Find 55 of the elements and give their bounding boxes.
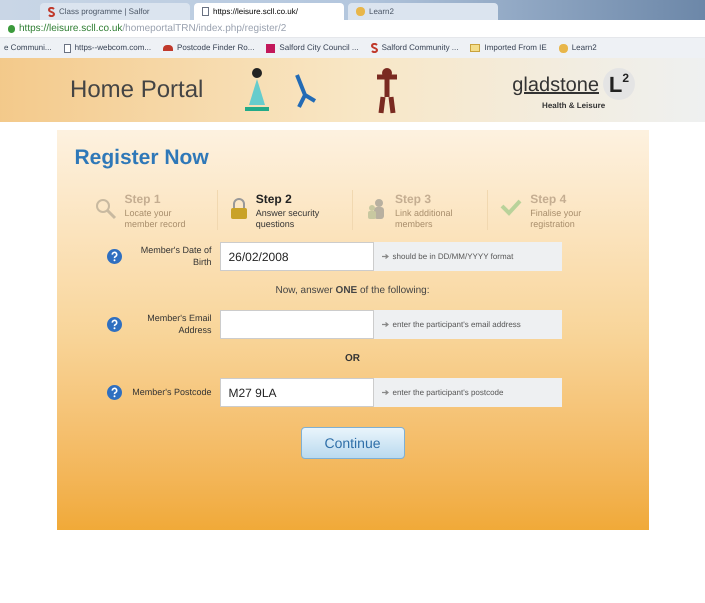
field-label: Member's Date of Birth [140, 245, 212, 268]
instruction-text: Now, answer ONE of the following: [274, 284, 430, 298]
field-label: Member's Postcode [131, 386, 212, 398]
portal-title: Home Portal [70, 75, 204, 105]
step-title: Step 3 [395, 190, 432, 208]
arrow-icon [382, 322, 388, 327]
field-hint: enter the participant's email address [392, 318, 521, 330]
page-icon [202, 7, 209, 16]
bookmark-label: Learn2 [572, 42, 597, 54]
field-label: Member's Email Address [146, 313, 212, 336]
field-hint: enter the participant's postcode [392, 386, 504, 398]
or-separator: OR [344, 352, 361, 366]
step-description: Answer security questions [256, 208, 320, 230]
input-field[interactable] [220, 310, 374, 339]
step-description: Link additional members [395, 208, 454, 230]
tab-title: https://leisure.scll.co.uk/ [213, 6, 298, 18]
tab-title: Learn2 [369, 6, 394, 18]
bookmark-label: Postcode Finder Ro... [177, 42, 254, 54]
register-title: Register Now [74, 145, 210, 171]
s-logo-icon [48, 6, 55, 16]
s-logo-icon [370, 43, 378, 53]
arrow-icon [382, 254, 388, 259]
logo-wordmark: gladstone [512, 73, 599, 98]
people-icon [365, 198, 387, 220]
field-hint: should be in DD/MM/YYYY format [392, 250, 514, 262]
step-title: Step 4 [530, 190, 568, 208]
browser-tab[interactable]: Class programme | Salfor [40, 3, 190, 20]
checkmark-icon [500, 198, 522, 216]
step-title: Step 2 [256, 190, 293, 208]
input-field[interactable]: M27 9LA [220, 378, 374, 407]
bookmark-label: https--webcom.com... [74, 42, 152, 54]
input-field[interactable]: 26/02/2008 [220, 242, 374, 271]
browser-tab[interactable]: https://leisure.scll.co.uk/ [194, 3, 344, 20]
logo-badge: L$^{2}$ [603, 68, 635, 100]
tab-title: Class programme | Salfor [59, 6, 150, 18]
step-title: Step 1 [124, 190, 162, 208]
logo-tagline: Health & Leisure [542, 100, 606, 112]
browser-tab[interactable]: Learn2 [348, 3, 498, 20]
help-icon[interactable] [106, 385, 122, 400]
url-text: https://leisure.scll.co.uk/homeportalTRN/index.php/register/2 [19, 22, 286, 36]
magnifier-icon [94, 198, 116, 220]
step-description: Locate your member record [124, 208, 187, 230]
page-icon [64, 44, 71, 52]
folder-icon [470, 44, 480, 52]
bookmark-label: Salford Community ... [382, 42, 458, 54]
bookmark-label: Imported From IE [484, 42, 547, 54]
step-description: Finalise your registration [530, 208, 582, 230]
square-icon [266, 44, 276, 52]
bookmark-label: Salford City Council ... [279, 42, 359, 54]
padlock-icon [230, 198, 248, 220]
help-icon[interactable] [106, 317, 122, 332]
help-icon[interactable] [106, 249, 122, 264]
bookmark-label: e Communi... [4, 42, 52, 54]
continue-button[interactable]: Continue [300, 427, 404, 459]
arrow-icon [382, 390, 388, 395]
